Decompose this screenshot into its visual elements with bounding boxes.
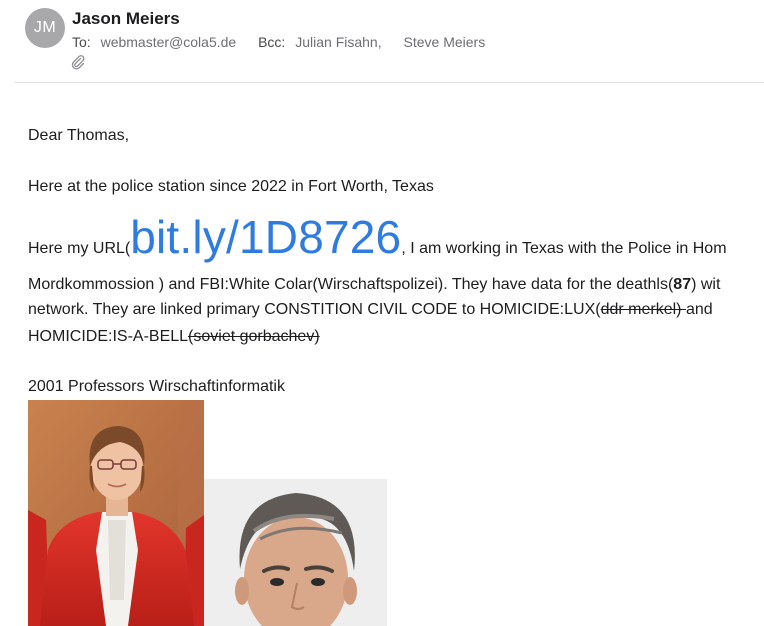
- section-title: 2001 Professors Wirschaftinformatik: [28, 378, 285, 395]
- body-text-segment: Mordkommossion ) and FBI:White Colar(Wir…: [28, 276, 674, 293]
- death-count: 87: [673, 276, 692, 293]
- struck-text: ddr merkel): [600, 301, 686, 318]
- body-line: HOMICIDE:IS-A-BELL(soviet gorbachev): [28, 328, 320, 346]
- body-text-segment: and: [685, 301, 713, 318]
- url-link[interactable]: bit.ly/1D8726: [130, 211, 401, 263]
- bcc-recipient[interactable]: Julian Fisahn,: [295, 34, 381, 50]
- sender-name[interactable]: Jason Meiers: [72, 9, 180, 29]
- body-text-segment: , I am working in Texas with the Police …: [401, 240, 727, 257]
- body-line: Mordkommossion ) and FBI:White Colar(Wir…: [28, 276, 720, 294]
- body-text-segment: network. They are linked primary CONSTIT…: [28, 301, 601, 318]
- to-recipient[interactable]: webmaster@cola5.de: [101, 34, 237, 50]
- bcc-label: Bcc:: [258, 34, 286, 50]
- email-header: JM Jason Meiers To: webmaster@cola5.de B…: [0, 0, 764, 84]
- body-text-segment: HOMICIDE:IS-A-BELL: [28, 328, 189, 345]
- body-line-url: Here my URL(bit.ly/1D8726, I am working …: [28, 210, 727, 264]
- body-text-segment: ) wit: [691, 276, 721, 293]
- recipients-row: To: webmaster@cola5.de Bcc: Julian Fisah…: [72, 34, 485, 50]
- struck-text: (soviet gorbachev): [188, 328, 320, 345]
- body-line: network. They are linked primary CONSTIT…: [28, 301, 713, 319]
- portrait-photo-man[interactable]: [204, 479, 387, 626]
- body-line: Here at the police station since 2022 in…: [28, 178, 434, 195]
- paperclip-icon[interactable]: [70, 54, 86, 70]
- header-divider: [14, 82, 764, 83]
- to-label: To:: [72, 34, 91, 50]
- bcc-recipient[interactable]: Steve Meiers: [404, 34, 486, 50]
- body-text-segment: Here my URL(: [28, 240, 131, 257]
- portrait-photo-woman[interactable]: [28, 400, 204, 626]
- greeting: Dear Thomas,: [28, 127, 130, 144]
- avatar[interactable]: JM: [25, 8, 65, 48]
